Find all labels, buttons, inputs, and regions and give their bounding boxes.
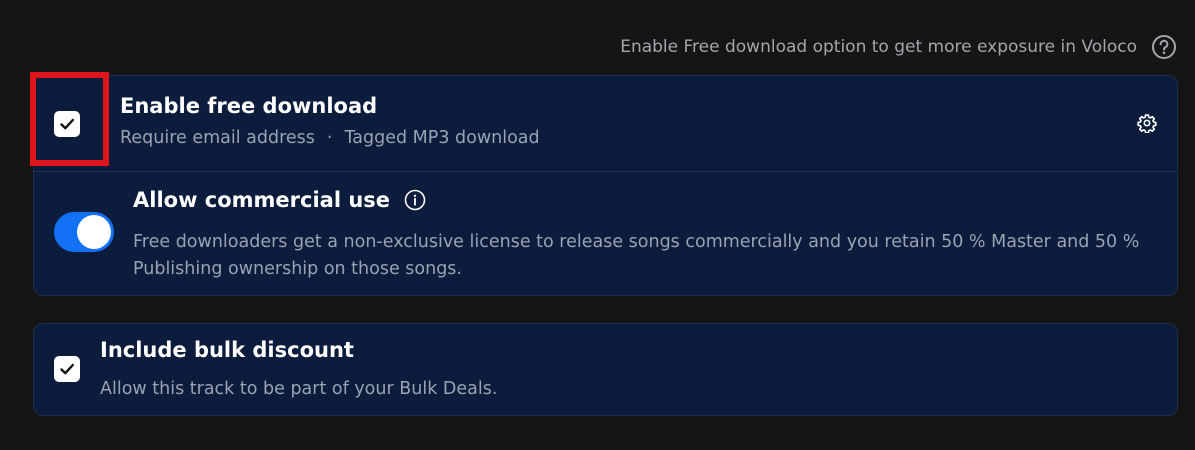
tagged-mp3-option: Tagged MP3 download bbox=[344, 128, 540, 148]
bulk-discount-description: Allow this track to be part of your Bulk… bbox=[100, 379, 498, 399]
require-email-option: Require email address bbox=[120, 128, 315, 148]
bulk-discount-checkbox[interactable] bbox=[54, 356, 80, 382]
commercial-use-title: Allow commercial use bbox=[133, 188, 391, 212]
free-download-options: Require email address · Tagged MP3 downloa… bbox=[120, 128, 540, 148]
question-circle-icon[interactable] bbox=[1151, 34, 1177, 60]
hint-text: Enable Free download option to get more … bbox=[620, 37, 1137, 57]
option-separator: · bbox=[326, 128, 333, 148]
free-download-header[interactable] bbox=[34, 76, 1177, 171]
bulk-discount-card[interactable] bbox=[33, 323, 1178, 416]
info-circle-icon[interactable] bbox=[404, 189, 426, 211]
gear-icon[interactable] bbox=[1137, 113, 1157, 134]
bulk-discount-title: Include bulk discount bbox=[100, 338, 354, 362]
checkmark-icon bbox=[60, 363, 74, 375]
commercial-use-heading: Allow commercial use bbox=[133, 188, 426, 212]
commercial-use-description: Free downloaders get a non-exclusive lic… bbox=[133, 232, 1140, 279]
card-divider bbox=[34, 171, 1177, 172]
free-download-title: Enable free download bbox=[120, 94, 378, 118]
checkmark-icon bbox=[60, 118, 74, 130]
toggle-knob bbox=[77, 215, 111, 249]
commercial-use-toggle[interactable] bbox=[54, 212, 114, 252]
free-download-checkbox[interactable] bbox=[54, 111, 80, 137]
free-download-hint: Enable Free download option to get more … bbox=[620, 34, 1177, 60]
